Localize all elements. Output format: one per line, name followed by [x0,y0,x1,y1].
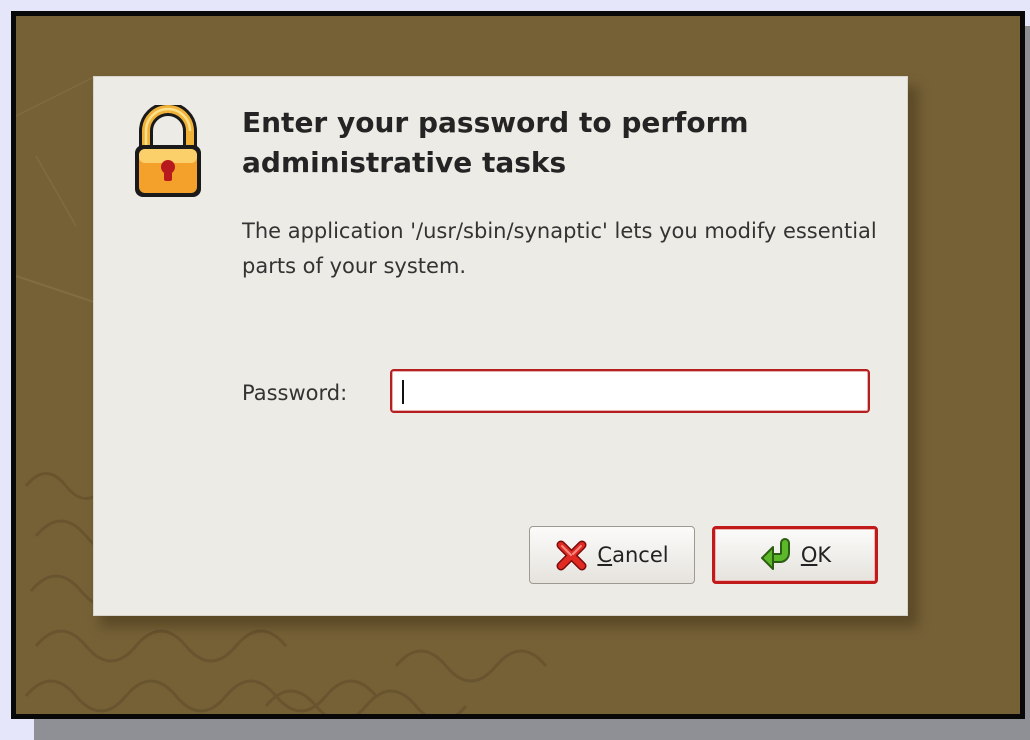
padlock-icon [135,105,201,197]
red-x-icon [556,540,587,571]
ok-button[interactable]: OK [712,526,878,584]
dialog-title: Enter your password to perform administr… [242,106,749,179]
cancel-label: Cancel [597,543,669,567]
password-label: Password: [242,381,348,405]
cancel-button[interactable]: Cancel [529,526,695,584]
password-input[interactable] [390,369,870,413]
green-return-arrow-icon [760,538,790,570]
dialog-description: The application '/usr/sbin/synaptic' let… [242,219,877,278]
ok-label: OK [800,543,832,567]
authentication-dialog: Enter your password to perform administr… [93,76,908,616]
text-cursor [402,380,404,404]
